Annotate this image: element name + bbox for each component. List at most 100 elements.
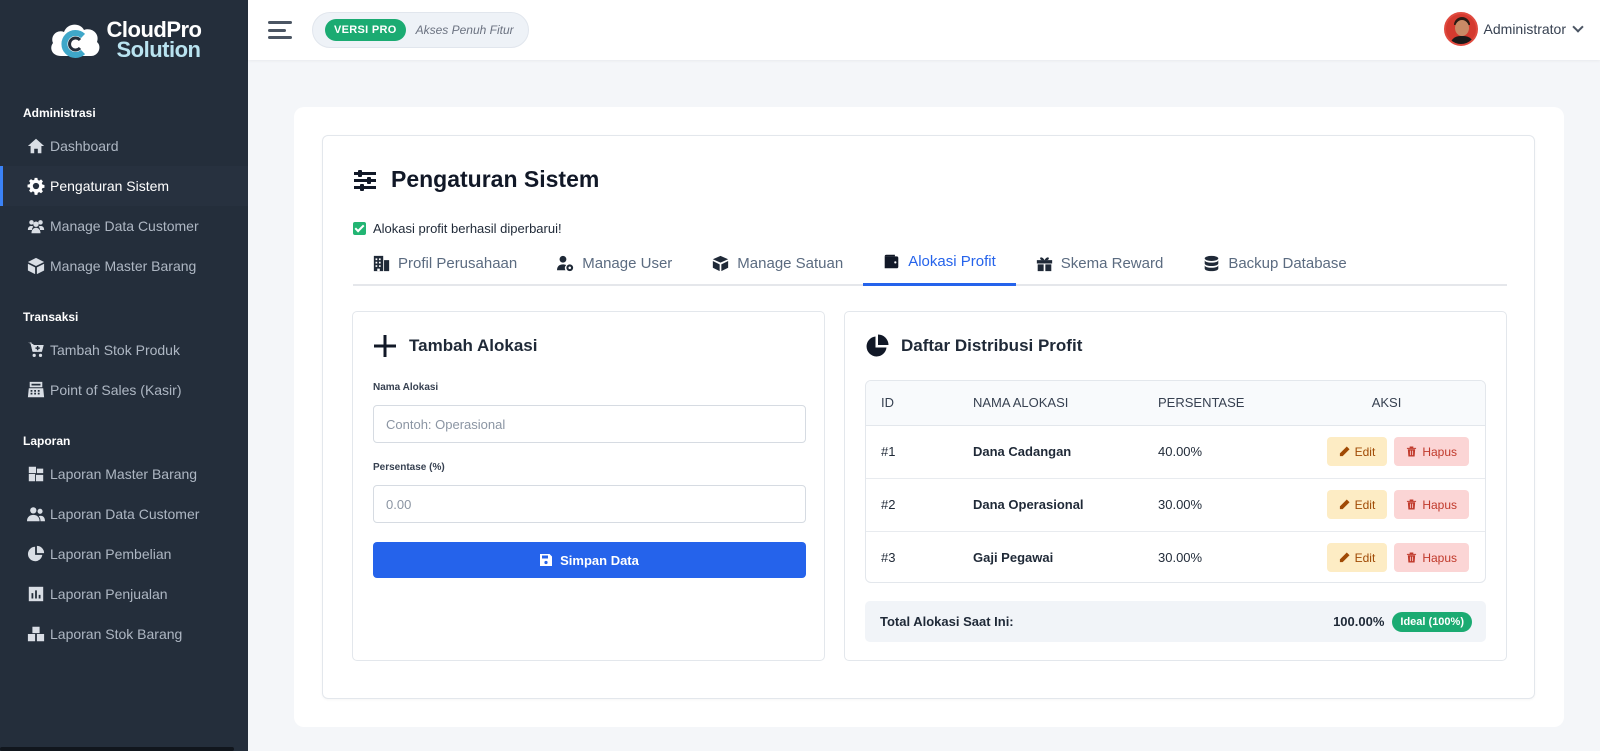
gift-icon: [1036, 256, 1052, 271]
topbar: VERSI PRO Akses Penuh Fitur Administrato…: [248, 0, 1600, 60]
row-percent: 30.00%: [1158, 478, 1288, 532]
delete-label: Hapus: [1422, 444, 1457, 459]
user-gear-icon: [557, 255, 574, 271]
sidebar-item-label: Point of Sales (Kasir): [50, 382, 182, 398]
status-badge: Ideal (100%): [1392, 611, 1472, 632]
sidebar-item-laporan-penjualan[interactable]: Laporan Penjualan: [0, 574, 248, 614]
avatar: [1443, 12, 1478, 46]
sidebar-item-pengaturan-sistem[interactable]: Pengaturan Sistem: [0, 166, 248, 206]
stock-boxes-icon: [26, 624, 46, 644]
sidebar-item-laporan-master-barang[interactable]: Laporan Master Barang: [0, 454, 248, 494]
user-name: Administrator: [1483, 21, 1566, 37]
plus-icon: [374, 335, 396, 357]
profit-distribution-title-text: Daftar Distribusi Profit: [901, 336, 1083, 355]
sidebar-item-label: Laporan Penjualan: [50, 586, 168, 602]
content-card: Pengaturan Sistem Alokasi profit berhasi…: [294, 107, 1564, 727]
sidebar-item-dashboard[interactable]: Dashboard: [0, 126, 248, 166]
edit-button[interactable]: Edit: [1326, 437, 1388, 466]
sidebar-item-laporan-pembelian[interactable]: Laporan Pembelian: [0, 534, 248, 574]
wallet-icon: [884, 254, 899, 269]
sidebar-item-tambah-stok-produk[interactable]: Tambah Stok Produk: [0, 330, 248, 370]
settings-card: Pengaturan Sistem Alokasi profit berhasi…: [322, 135, 1535, 699]
add-allocation-title: Tambah Alokasi: [373, 334, 537, 358]
tab-manage-user[interactable]: Manage User: [537, 240, 692, 286]
total-value: 100.00%: [1333, 614, 1385, 629]
allocation-name-input[interactable]: [373, 405, 806, 443]
sidebar-scrollbar[interactable]: [0, 747, 234, 751]
save-button[interactable]: Simpan Data: [373, 542, 806, 578]
gear-icon: [26, 176, 46, 196]
column-header-id: ID: [866, 381, 973, 426]
total-label: Total Alokasi Saat Ini:: [880, 614, 1014, 629]
tab-label: Profil Perusahaan: [398, 254, 518, 272]
sidebar-item-manage-data-customer[interactable]: Manage Data Customer: [0, 206, 248, 246]
pro-text: Akses Penuh Fitur: [415, 23, 514, 37]
trash-icon: [1407, 446, 1417, 457]
pro-version-pill: VERSI PRO Akses Penuh Fitur: [312, 12, 529, 48]
database-icon: [1205, 255, 1219, 271]
row-percent: 40.00%: [1158, 425, 1288, 479]
row-name: Dana Cadangan: [973, 425, 1158, 479]
bar-chart-icon: [26, 584, 46, 604]
sidebar-item-point-of-sales[interactable]: Point of Sales (Kasir): [0, 370, 248, 410]
sidebar-item-laporan-data-customer[interactable]: Laporan Data Customer: [0, 494, 248, 534]
tab-label: Skema Reward: [1060, 254, 1164, 272]
row-actions: Edit Hapus: [1288, 478, 1485, 532]
edit-label: Edit: [1354, 497, 1376, 512]
page-title: Pengaturan Sistem: [353, 166, 599, 193]
allocation-percent-input[interactable]: [373, 485, 806, 523]
total-right: 100.00% Ideal (100%): [1333, 611, 1472, 632]
tab-manage-satuan[interactable]: Manage Satuan: [692, 240, 863, 286]
trash-icon: [1407, 552, 1417, 563]
save-icon: [540, 554, 553, 566]
delete-label: Hapus: [1422, 550, 1457, 565]
tab-alokasi-profit[interactable]: Alokasi Profit: [863, 240, 1016, 286]
table-header-row: ID NAMA ALOKASI PERSENTASE AKSI: [866, 381, 1485, 426]
delete-button[interactable]: Hapus: [1394, 437, 1469, 466]
building-icon: [373, 255, 390, 271]
tab-backup-database[interactable]: Backup Database: [1183, 240, 1366, 286]
row-percent: 30.00%: [1158, 550, 1203, 566]
row-actions: Edit Hapus: [1288, 425, 1485, 479]
sidebar-item-label: Laporan Stok Barang: [50, 626, 183, 642]
sidebar-item-label: Laporan Pembelian: [50, 546, 172, 562]
sliders-icon: [354, 169, 376, 191]
edit-label: Edit: [1354, 550, 1376, 565]
sidebar: CloudPro Solution Administrasi Dashboard…: [0, 0, 248, 751]
sidebar-item-label: Laporan Master Barang: [50, 466, 198, 482]
row-id: #3: [881, 550, 896, 566]
tab-skema-reward[interactable]: Skema Reward: [1016, 240, 1184, 286]
delete-button[interactable]: Hapus: [1394, 490, 1469, 519]
row-name: Gaji Pegawai: [973, 550, 1054, 566]
profit-distribution-panel: Daftar Distribusi Profit ID NAMA ALOKASI…: [844, 311, 1507, 661]
cash-register-icon: [26, 380, 46, 400]
page-title-text: Pengaturan Sistem: [391, 166, 600, 192]
brand-logo[interactable]: CloudPro Solution: [0, 0, 248, 80]
row-name: Dana Operasional: [973, 478, 1158, 532]
sidebar-item-label: Manage Data Customer: [50, 218, 199, 234]
tab-label: Manage User: [582, 254, 673, 272]
check-icon: [353, 222, 366, 235]
table-row: #1 Dana Cadangan 40.00% Edit Hapus: [866, 425, 1485, 479]
allocation-name-label: Nama Alokasi: [373, 382, 439, 393]
delete-button[interactable]: Hapus: [1394, 543, 1469, 573]
tab-label: Alokasi Profit: [908, 253, 996, 270]
menu-toggle-icon[interactable]: [268, 21, 292, 39]
table-row: #3 Gaji Pegawai 30.00% Edit Hapus: [866, 531, 1485, 582]
tab-profil-perusahaan[interactable]: Profil Perusahaan: [353, 240, 537, 286]
chevron-down-icon: [1572, 21, 1584, 33]
edit-button[interactable]: Edit: [1326, 490, 1388, 519]
allocation-percent-label: Persentase (%): [373, 462, 445, 473]
column-header-name: NAMA ALOKASI: [973, 381, 1158, 426]
add-allocation-panel: Tambah Alokasi Nama Alokasi Persentase (…: [352, 311, 825, 661]
sidebar-item-manage-master-barang[interactable]: Manage Master Barang: [0, 246, 248, 286]
pro-badge: VERSI PRO: [325, 19, 406, 41]
user-menu[interactable]: Administrator: [1443, 12, 1584, 46]
tab-label: Manage Satuan: [737, 254, 844, 272]
user-group-icon: [26, 504, 46, 524]
sidebar-item-label: Pengaturan Sistem: [50, 178, 170, 194]
save-button-label: Simpan Data: [560, 552, 639, 568]
sidebar-item-laporan-stok-barang[interactable]: Laporan Stok Barang: [0, 614, 248, 654]
edit-button[interactable]: Edit: [1326, 543, 1388, 573]
sidebar-item-label: Manage Master Barang: [50, 258, 197, 274]
